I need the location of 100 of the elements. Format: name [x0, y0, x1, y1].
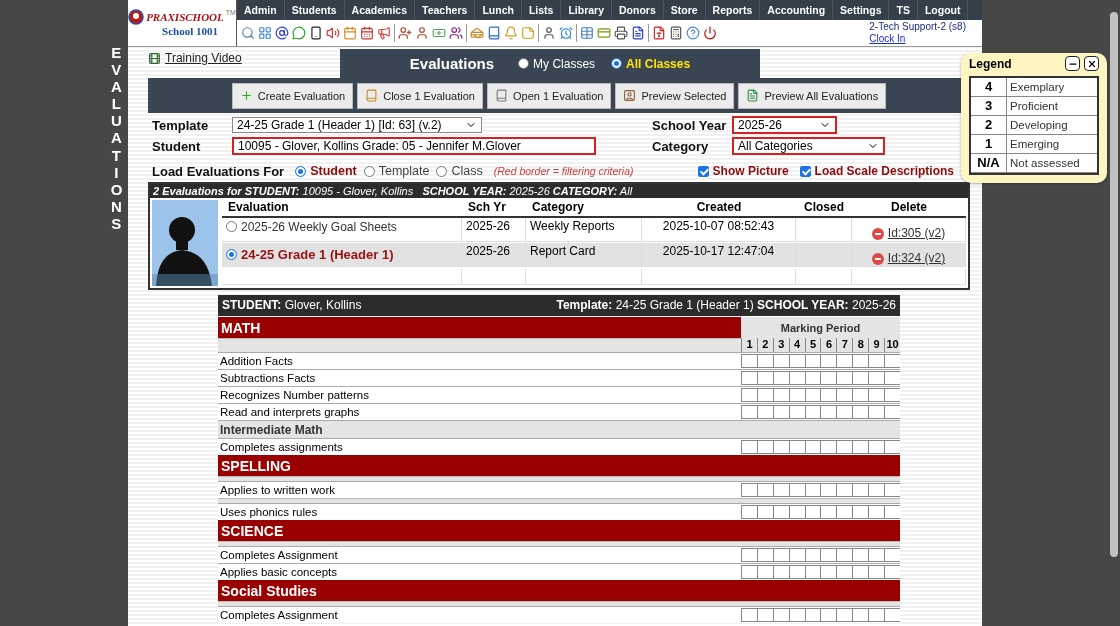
- grade-box[interactable]: [884, 354, 900, 368]
- people-icon[interactable]: [449, 26, 463, 40]
- grade-box[interactable]: [741, 505, 757, 519]
- action-button[interactable]: Create Evaluation: [231, 82, 354, 109]
- delete-icon[interactable]: [871, 253, 884, 265]
- note-icon[interactable]: [521, 26, 535, 40]
- grade-box[interactable]: [741, 388, 757, 402]
- person-icon[interactable]: [542, 26, 556, 40]
- grade-box[interactable]: [741, 608, 757, 622]
- template-select[interactable]: 24-25 Grade 1 (Header 1) [Id: 63] (v.2): [232, 117, 482, 133]
- grade-box[interactable]: [741, 548, 757, 562]
- grade-box[interactable]: [884, 388, 900, 402]
- grade-box[interactable]: [836, 405, 853, 419]
- grade-box[interactable]: [852, 608, 869, 622]
- action-button[interactable]: Preview Selected: [615, 82, 735, 109]
- grade-box[interactable]: [884, 371, 900, 385]
- grade-box[interactable]: [741, 405, 757, 419]
- grade-box[interactable]: [836, 565, 853, 579]
- load-option[interactable]: Class: [436, 164, 483, 178]
- grade-box[interactable]: [852, 405, 869, 419]
- evaluation-option[interactable]: 2025-26 Weekly Goal Sheets: [226, 218, 397, 234]
- table-icon[interactable]: [580, 26, 594, 40]
- printer-icon[interactable]: [614, 26, 628, 40]
- grade-box[interactable]: [820, 548, 837, 562]
- grade-box[interactable]: [836, 483, 853, 497]
- checkbox[interactable]: [799, 165, 811, 177]
- grade-box[interactable]: [836, 371, 853, 385]
- scope-option[interactable]: My Classes: [518, 56, 596, 71]
- grade-box[interactable]: [820, 354, 837, 368]
- grade-box[interactable]: [852, 548, 869, 562]
- grade-box[interactable]: [868, 608, 885, 622]
- menu-item[interactable]: TS: [889, 0, 918, 20]
- grade-box[interactable]: [884, 505, 900, 519]
- phone-icon[interactable]: [309, 26, 323, 40]
- grade-box[interactable]: [852, 483, 869, 497]
- training-video-link[interactable]: Training Video: [148, 51, 242, 65]
- power-icon[interactable]: [703, 26, 717, 40]
- chat-icon[interactable]: [292, 26, 306, 40]
- grade-box[interactable]: [852, 505, 869, 519]
- clock-in-link[interactable]: Clock In: [869, 33, 966, 45]
- grade-box[interactable]: [884, 565, 900, 579]
- load-option[interactable]: Template: [363, 164, 430, 178]
- grade-box[interactable]: [820, 388, 837, 402]
- menu-item[interactable]: Reports: [705, 0, 761, 20]
- menu-item[interactable]: Students: [284, 0, 345, 20]
- search-icon[interactable]: [241, 26, 255, 40]
- action-button[interactable]: Open 1 Evaluation: [486, 82, 612, 109]
- grade-box[interactable]: [852, 354, 869, 368]
- grade-box[interactable]: [884, 405, 900, 419]
- action-button[interactable]: Close 1 Evaluation: [357, 82, 483, 109]
- grade-box[interactable]: [868, 371, 885, 385]
- speaker-icon[interactable]: [326, 26, 340, 40]
- year-select[interactable]: 2025-26: [732, 116, 837, 134]
- category-select[interactable]: All Categories: [732, 137, 885, 155]
- checkbox[interactable]: [697, 165, 709, 177]
- document-icon[interactable]: [631, 26, 645, 40]
- menu-item[interactable]: Academics: [344, 0, 416, 20]
- option-label[interactable]: Load Scale Descriptions: [814, 164, 954, 178]
- grade-box[interactable]: [852, 440, 869, 454]
- grade-box[interactable]: [820, 608, 837, 622]
- close-button[interactable]: [1084, 56, 1099, 71]
- grade-box[interactable]: [868, 565, 885, 579]
- grade-box[interactable]: [852, 371, 869, 385]
- person-icon[interactable]: [398, 26, 412, 40]
- grade-box[interactable]: [868, 440, 885, 454]
- grade-box[interactable]: [820, 483, 837, 497]
- menu-item[interactable]: Logout: [917, 0, 969, 20]
- grade-box[interactable]: [868, 548, 885, 562]
- grade-box[interactable]: [884, 483, 900, 497]
- at-sign-icon[interactable]: [275, 26, 289, 40]
- grade-box[interactable]: [836, 548, 853, 562]
- grade-box[interactable]: [741, 483, 757, 497]
- bell-icon[interactable]: [504, 26, 518, 40]
- grade-box[interactable]: [884, 440, 900, 454]
- action-button[interactable]: Preview All Evaluations: [738, 82, 887, 109]
- menu-item[interactable]: Teachers: [415, 0, 476, 20]
- grade-box[interactable]: [836, 505, 853, 519]
- menu-item[interactable]: Donors: [612, 0, 664, 20]
- burger-icon[interactable]: [470, 26, 484, 40]
- menu-item[interactable]: Accounting: [760, 0, 834, 20]
- menu-item[interactable]: Settings: [833, 0, 890, 20]
- evaluation-option[interactable]: 24-25 Grade 1 (Header 1): [226, 244, 394, 262]
- grade-box[interactable]: [868, 405, 885, 419]
- menu-item[interactable]: Store: [663, 0, 706, 20]
- delete-icon[interactable]: [871, 227, 884, 240]
- grade-box[interactable]: [852, 565, 869, 579]
- grade-box[interactable]: [884, 548, 900, 562]
- minimize-button[interactable]: [1065, 56, 1080, 71]
- grade-box[interactable]: [836, 388, 853, 402]
- delete-link[interactable]: Id:305 (v2): [887, 225, 946, 240]
- help-icon[interactable]: [686, 26, 700, 40]
- grade-box[interactable]: [820, 405, 837, 419]
- register-icon[interactable]: [669, 26, 683, 40]
- calendar-icon[interactable]: [360, 26, 374, 40]
- calendar-icon[interactable]: [343, 26, 357, 40]
- menu-item[interactable]: Lunch: [475, 0, 522, 20]
- grade-box[interactable]: [836, 440, 853, 454]
- grade-box[interactable]: [852, 388, 869, 402]
- grade-box[interactable]: [741, 440, 757, 454]
- delete-link[interactable]: Id:324 (v2): [887, 251, 946, 265]
